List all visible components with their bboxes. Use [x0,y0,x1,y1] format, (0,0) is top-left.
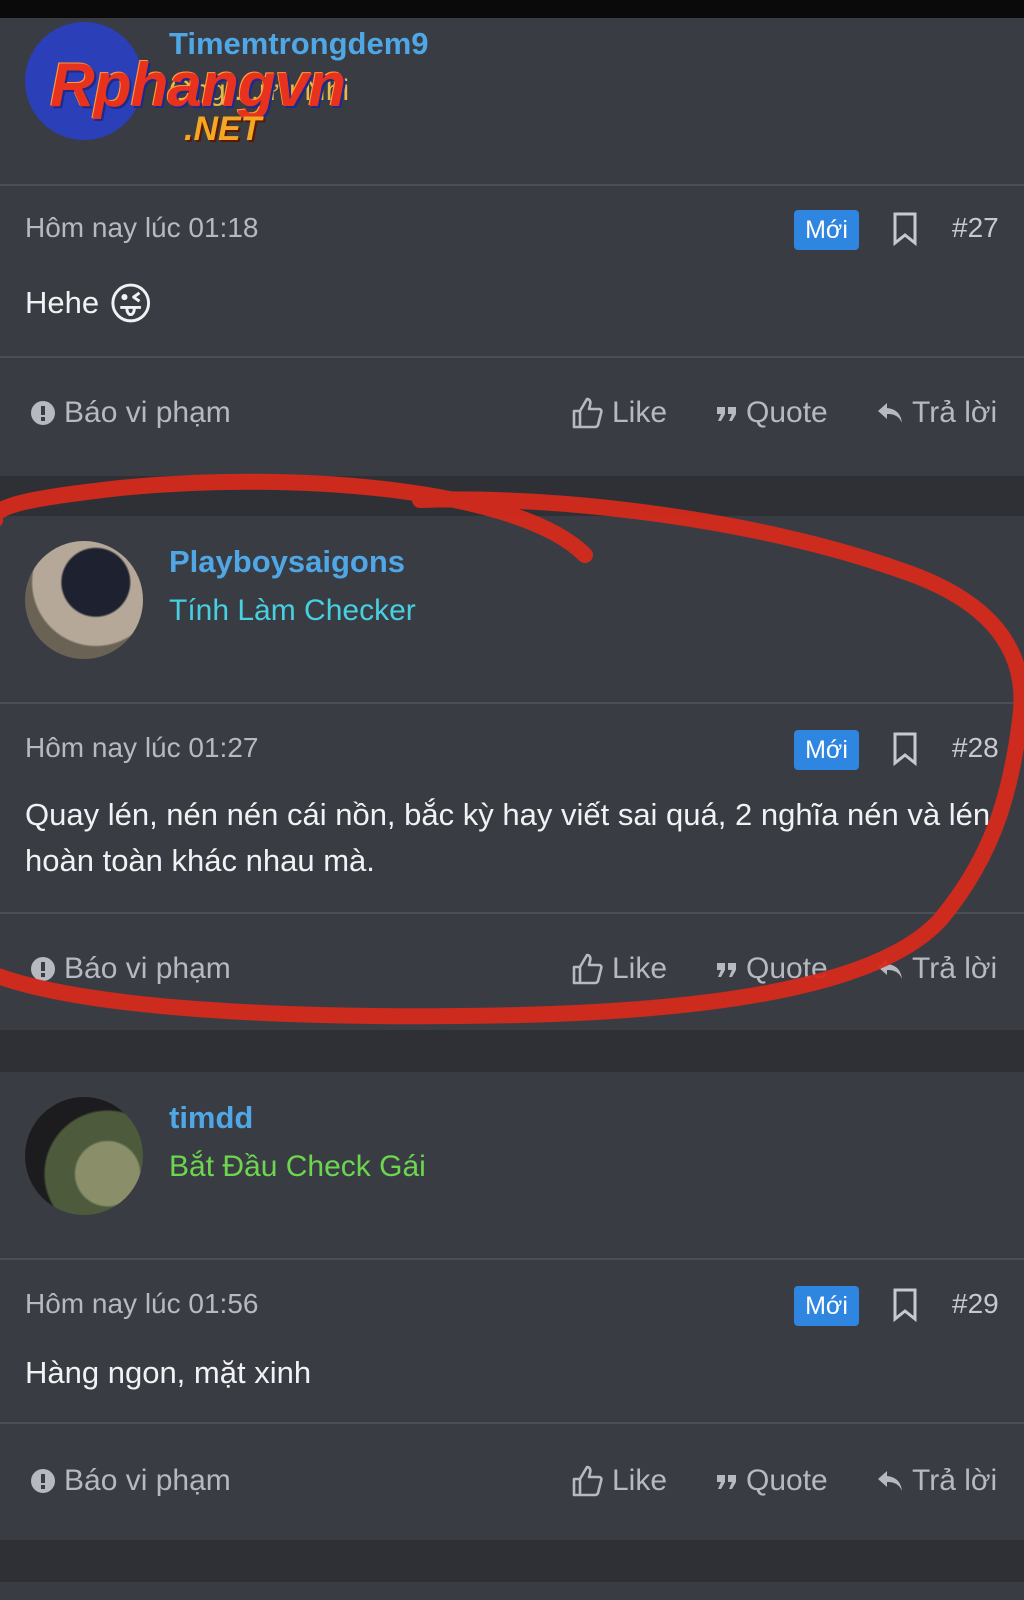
divider [0,1258,1024,1260]
divider [0,1422,1024,1424]
report-button[interactable]: Báo vi phạm [30,396,231,430]
like-button[interactable]: Like [570,396,667,430]
username[interactable]: Playboysaigons [169,544,405,580]
divider [0,912,1024,914]
post-content: Hàng ngon, mặt xinh [25,1355,312,1390]
post-29: timdd Bắt Đầu Check Gái Hôm nay lúc 01:5… [0,1072,1024,1540]
quote-icon [717,963,736,977]
quote-button[interactable]: Quote [716,952,828,986]
avatar[interactable] [25,541,143,659]
wink-tongue-emoji: 😜 [107,279,154,329]
thumbs-up-icon [572,1465,603,1497]
reply-icon [878,1471,902,1491]
like-button[interactable]: Like [570,1464,667,1498]
like-label: Like [612,952,668,985]
post-content: Quay lén, nén nén cái nồn, bắc kỳ hay vi… [25,797,991,878]
quote-label: Quote [746,1464,828,1497]
thumbs-up-icon [572,397,603,429]
status-bar [0,0,1024,18]
post-author-header: timdd Bắt Đầu Check Gái [0,1072,1024,1258]
divider [0,184,1024,186]
watermark-sub: .NET [184,110,262,148]
reply-label: Trả lời [912,1464,998,1497]
report-label: Báo vi phạm [64,396,231,429]
new-badge: Mới [794,1286,859,1326]
reply-button[interactable]: Trả lời [876,952,997,986]
report-button[interactable]: Báo vi phạm [30,952,231,986]
next-post-edge [0,1582,1024,1600]
alert-icon [31,1469,55,1493]
bookmark-icon[interactable] [890,1288,920,1322]
timestamp[interactable]: Hôm nay lúc 01:27 [25,732,258,764]
reply-button[interactable]: Trả lời [876,396,997,430]
post-text: Hehe [25,285,100,320]
reply-icon [878,959,902,979]
reply-icon [878,403,902,423]
report-button[interactable]: Báo vi phạm [30,1464,231,1498]
new-badge: Mới [794,210,859,250]
quote-label: Quote [746,396,828,429]
like-label: Like [612,1464,668,1497]
quote-label: Quote [746,952,828,985]
like-button[interactable]: Like [570,952,667,986]
post-number[interactable]: #28 [952,732,999,764]
divider [0,356,1024,358]
user-title: Tính Làm Checker [169,594,416,627]
alert-icon [31,401,55,425]
quote-icon [717,1475,736,1489]
thumbs-up-icon [572,953,603,985]
username[interactable]: timdd [169,1100,253,1136]
post-number[interactable]: #27 [952,212,999,244]
avatar[interactable] [25,1097,143,1215]
user-title: Bắt Đầu Check Gái [169,1150,426,1183]
bookmark-icon[interactable] [890,212,920,246]
reply-label: Trả lời [912,396,998,429]
quote-button[interactable]: Quote [716,396,828,430]
reply-label: Trả lời [912,952,998,985]
quote-button[interactable]: Quote [716,1464,828,1498]
timestamp[interactable]: Hôm nay lúc 01:18 [25,212,258,244]
alert-icon [31,957,55,981]
reply-button[interactable]: Trả lời [876,1464,997,1498]
post-content: Hehe 😜 [25,280,1000,328]
quote-icon [717,407,736,421]
report-label: Báo vi phạm [64,952,231,985]
new-badge: Mới [794,730,859,770]
divider [0,702,1024,704]
post-28: Playboysaigons Tính Làm Checker Hôm nay … [0,516,1024,1030]
site-watermark-logo: Rphangvn .NET [50,50,370,160]
timestamp[interactable]: Hôm nay lúc 01:56 [25,1288,258,1320]
post-number[interactable]: #29 [952,1288,999,1320]
post-author-header: Playboysaigons Tính Làm Checker [0,516,1024,702]
bookmark-icon[interactable] [890,732,920,766]
like-label: Like [612,396,668,429]
report-label: Báo vi phạm [64,1464,231,1497]
